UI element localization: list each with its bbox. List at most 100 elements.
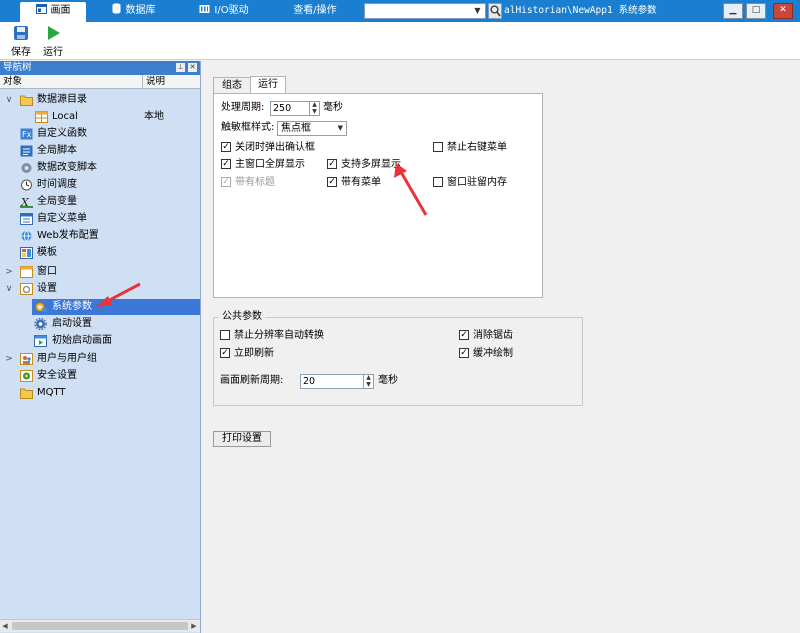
column-divider[interactable] <box>142 75 143 89</box>
checkbox-label: 带有标题 <box>235 177 275 188</box>
tree-item-label: 自定义菜单 <box>37 213 87 224</box>
column-object[interactable]: 对象 <box>3 75 22 89</box>
tree-item-label: 自定义函数 <box>37 128 87 139</box>
search-button[interactable] <box>488 3 502 19</box>
tree-item-label: MQTT <box>37 387 66 398</box>
tab-runtime-label: 运行 <box>258 79 278 90</box>
print-settings-button[interactable]: 打印设置 <box>213 431 271 447</box>
start-screen-icon <box>34 335 47 347</box>
tree-item-local[interactable]: Local 本地 <box>4 109 194 125</box>
spinner-arrows-icon[interactable]: ▲ ▼ <box>309 101 319 115</box>
nav-title: 导航树 <box>3 62 32 73</box>
tree-item-data-change-script[interactable]: 数据改变脚本 <box>4 160 194 176</box>
tree-item-desc: 本地 <box>144 111 164 122</box>
tree-item-users[interactable]: > 用户与用户组 <box>4 351 194 367</box>
focus-style-value: 焦点框 <box>281 123 311 134</box>
tab-runtime[interactable]: 运行 <box>250 76 286 93</box>
tree-item-start-screen[interactable]: 初始启动画面 <box>4 333 194 349</box>
run-label: 运行 <box>43 47 63 58</box>
scroll-left-icon[interactable]: ◀ <box>0 620 10 632</box>
maximize-button[interactable]: □ <box>746 3 766 19</box>
tree-item-window[interactable]: > 窗口 <box>4 264 194 280</box>
scrollbar-thumb[interactable] <box>12 622 188 630</box>
scroll-right-icon[interactable]: ▶ <box>189 620 199 632</box>
refresh-period-spinbox[interactable]: 20 ▲ ▼ <box>300 374 374 389</box>
system-params-icon <box>34 301 47 313</box>
top-bar: 画面 数据库 I/O驱动 查看/操作 ▼ alHistorian\NewApp1… <box>0 0 800 22</box>
period-unit: 毫秒 <box>323 102 343 113</box>
toolbar: 保存 运行 <box>0 22 800 60</box>
tree-item-custom-menu[interactable]: 自定义菜单 <box>4 211 194 227</box>
column-desc[interactable]: 说明 <box>146 75 165 89</box>
focus-style-select[interactable]: 焦点框 ▼ <box>277 121 347 136</box>
refresh-period-value: 20 <box>303 376 316 387</box>
nav-header: 导航树 ⊥ ✕ <box>0 61 200 75</box>
collapse-icon[interactable]: ∨ <box>4 281 14 297</box>
tree-item-security[interactable]: 安全设置 <box>4 368 194 384</box>
variable-icon: X <box>20 196 33 209</box>
tree-item-datasource[interactable]: ∨ 数据源目录 <box>4 92 194 108</box>
io-driver-icon <box>199 3 210 13</box>
public-params-title: 公共参数 <box>219 311 265 323</box>
tree-item-settings[interactable]: ∨ 设置 <box>4 281 194 297</box>
chevron-down-icon: ▼ <box>337 124 343 132</box>
tab-screen-label: 画面 <box>50 5 71 16</box>
expand-icon[interactable]: > <box>4 264 14 280</box>
tab-config[interactable]: 组态 <box>213 77 251 93</box>
folder-icon <box>20 387 33 399</box>
run-button[interactable]: 运行 <box>39 24 67 58</box>
tree-item-mqtt[interactable]: MQTT <box>4 385 194 401</box>
tree-item-label: 安全设置 <box>37 370 77 381</box>
checkbox-checked-icon: ✓ <box>459 348 469 358</box>
tree-item-label: 启动设置 <box>52 318 92 329</box>
tree-item-label: 设置 <box>37 283 57 294</box>
users-icon <box>20 353 33 365</box>
database-table-icon <box>35 111 48 123</box>
menu-icon <box>20 213 33 225</box>
expand-icon[interactable]: > <box>4 351 14 367</box>
tree-item-startup-settings[interactable]: 启动设置 <box>4 316 194 332</box>
tree-item-web-publish[interactable]: Web发布配置 <box>4 228 194 244</box>
tab-view-operate[interactable]: 查看/操作 <box>288 2 342 22</box>
save-button[interactable]: 保存 <box>7 24 35 58</box>
tab-database[interactable]: 数据库 <box>108 2 158 22</box>
horizontal-scrollbar[interactable]: ◀ ▶ <box>0 619 200 632</box>
tree-item-global-script[interactable]: 全局脚本 <box>4 143 194 159</box>
tab-io-driver[interactable]: I/O驱动 <box>198 2 250 22</box>
close-panel-icon[interactable]: ✕ <box>188 63 197 72</box>
project-path: alHistorian\NewApp1 系统参数 <box>504 3 657 19</box>
checkbox-label: 主窗口全屏显示 <box>235 159 305 170</box>
chevron-down-icon[interactable]: ▼ <box>471 4 484 18</box>
print-settings-label: 打印设置 <box>222 433 262 444</box>
tree-item-schedule[interactable]: 时间调度 <box>4 177 194 193</box>
spinner-arrows-icon[interactable]: ▲ ▼ <box>363 374 373 388</box>
tree-item-custom-function[interactable]: Fx 自定义函数 <box>4 126 194 142</box>
template-icon <box>20 247 33 259</box>
window-icon <box>20 266 33 278</box>
checkbox-checked-icon: ✓ <box>459 330 469 340</box>
tree-item-system-params[interactable]: 系统参数 <box>4 299 194 315</box>
close-button[interactable]: ✕ <box>773 3 793 19</box>
collapse-icon[interactable]: ∨ <box>4 92 14 108</box>
refresh-period-unit: 毫秒 <box>378 375 398 386</box>
checkbox-label: 禁止右键菜单 <box>447 142 507 153</box>
tree-item-label: Local <box>52 111 78 122</box>
minimize-button[interactable]: ▁ <box>723 3 743 19</box>
period-spinbox[interactable]: 250 ▲ ▼ <box>270 101 320 116</box>
checkbox-label: 带有菜单 <box>341 177 381 188</box>
checkbox-checked-icon: ✓ <box>221 177 231 187</box>
period-label: 处理周期: <box>221 102 265 113</box>
close-icon: ✕ <box>779 5 787 15</box>
function-icon: Fx <box>20 128 33 140</box>
checkbox-unchecked-icon <box>220 330 230 340</box>
tree-item-label: 数据改变脚本 <box>37 162 97 173</box>
tree-item-global-variable[interactable]: X 全局变量 <box>4 194 194 210</box>
focus-style-label: 触敏框样式: <box>221 122 275 133</box>
tab-screen[interactable]: 画面 <box>20 2 86 22</box>
tree-item-template[interactable]: 模板 <box>4 245 194 261</box>
pin-icon[interactable]: ⊥ <box>176 63 185 72</box>
address-combo[interactable]: ▼ <box>364 3 486 19</box>
project-path-text: alHistorian\NewApp1 <box>504 5 613 16</box>
nav-columns: 对象 说明 <box>0 75 200 89</box>
page-title: 系统参数 <box>618 5 657 16</box>
